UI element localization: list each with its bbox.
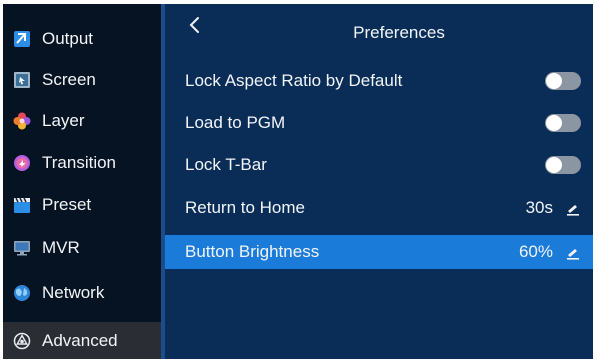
screen-icon xyxy=(13,71,31,89)
setting-label: Return to Home xyxy=(185,198,305,217)
edit-icon[interactable] xyxy=(565,201,581,216)
sidebar-item-output[interactable]: Output xyxy=(3,20,161,58)
transition-icon xyxy=(13,154,31,172)
setting-row-return-to-home[interactable]: Return to Home 30s xyxy=(165,191,593,225)
setting-row-button-brightness[interactable]: Button Brightness 60% xyxy=(165,235,593,269)
sidebar-item-label: Screen xyxy=(42,70,96,89)
sidebar-item-network[interactable]: Network xyxy=(3,274,161,312)
toggle-knob xyxy=(546,115,562,131)
setting-label: Lock T-Bar xyxy=(185,155,267,174)
sidebar-item-screen[interactable]: Screen xyxy=(3,61,161,99)
layer-icon xyxy=(13,112,31,130)
setting-row-load-to-pgm[interactable]: Load to PGM xyxy=(165,106,593,140)
sidebar-item-label: Preset xyxy=(42,195,92,214)
sidebar-item-label: Layer xyxy=(42,111,85,130)
mvr-icon xyxy=(13,239,31,257)
setting-label: Load to PGM xyxy=(185,113,286,132)
sidebar: Output Screen Layer Transition Preset MV… xyxy=(3,4,161,359)
preferences-panel: Preferences Lock Aspect Ratio by Default… xyxy=(165,4,593,359)
panel-header: Preferences xyxy=(165,4,593,54)
network-icon xyxy=(13,284,31,302)
toggle-knob xyxy=(546,73,562,89)
sidebar-item-preset[interactable]: Preset xyxy=(3,186,161,224)
setting-label: Lock Aspect Ratio by Default xyxy=(185,71,403,90)
setting-row-lock-t-bar[interactable]: Lock T-Bar xyxy=(165,148,593,182)
sidebar-item-label: MVR xyxy=(42,238,80,257)
page-title: Preferences xyxy=(353,23,445,42)
sidebar-item-label: Output xyxy=(42,29,94,48)
button-brightness-value: 60% xyxy=(518,242,553,261)
sidebar-item-mvr[interactable]: MVR xyxy=(3,229,161,267)
edit-icon[interactable] xyxy=(565,245,581,260)
sidebar-item-label: Advanced xyxy=(42,331,118,350)
device-screen: Output Screen Layer Transition Preset MV… xyxy=(3,4,593,359)
sidebar-item-advanced[interactable]: Advanced xyxy=(3,322,161,359)
preset-icon xyxy=(13,196,31,214)
sidebar-item-layer[interactable]: Layer xyxy=(3,102,161,140)
sidebar-item-label: Transition xyxy=(42,153,117,172)
setting-label: Button Brightness xyxy=(185,242,320,261)
lock-aspect-ratio-toggle[interactable] xyxy=(545,72,581,90)
output-icon xyxy=(13,30,31,48)
sidebar-item-label: Network xyxy=(42,283,105,302)
advanced-icon xyxy=(13,332,31,350)
return-to-home-value: 30s xyxy=(525,198,553,217)
setting-row-lock-aspect-ratio[interactable]: Lock Aspect Ratio by Default xyxy=(165,64,593,98)
sidebar-item-transition[interactable]: Transition xyxy=(3,144,161,182)
load-to-pgm-toggle[interactable] xyxy=(545,114,581,132)
lock-t-bar-toggle[interactable] xyxy=(545,156,581,174)
toggle-knob xyxy=(546,157,562,173)
